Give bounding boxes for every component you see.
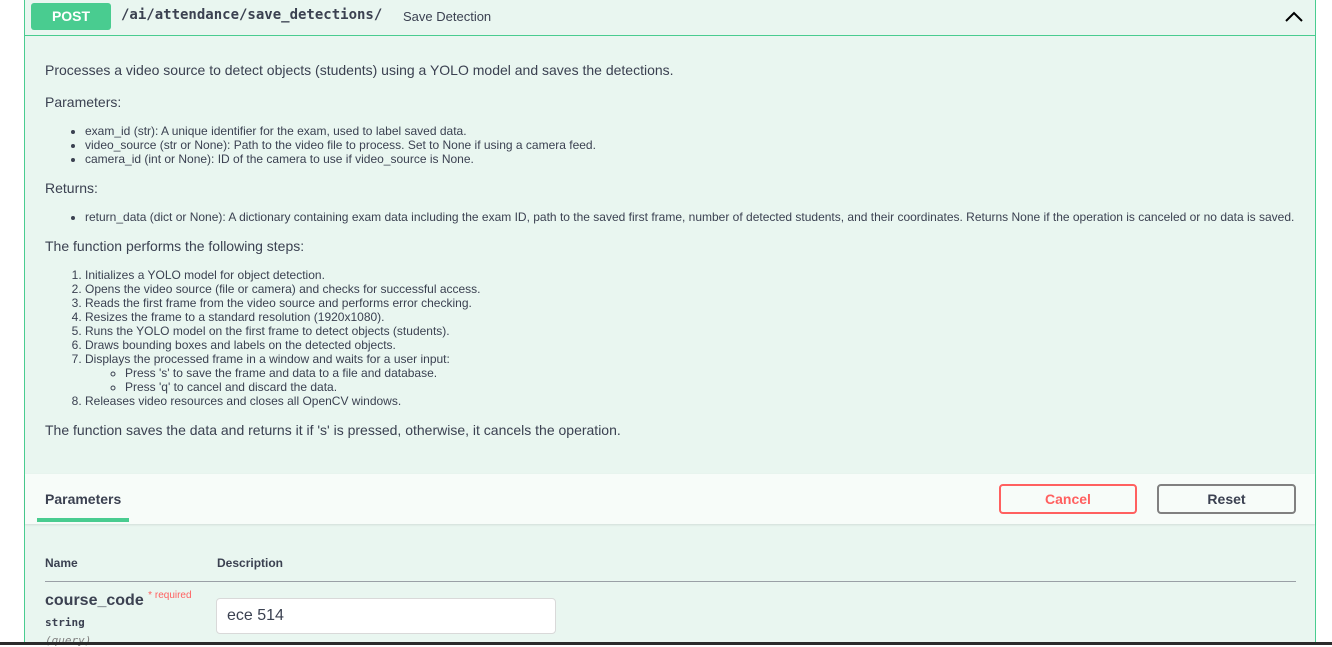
list-item: Runs the YOLO model on the first frame t… [85,324,1315,338]
substeps-list: Press 's' to save the frame and data to … [85,366,1315,394]
description-outro: The function saves the data and returns … [45,422,621,438]
list-item: return_data (dict or None): A dictionary… [85,210,1315,224]
list-item: Draws bounding boxes and labels on the d… [85,338,1315,352]
parameter-location: (query) [45,634,92,647]
tab-parameters[interactable]: Parameters [45,491,121,507]
steps-heading: The function performs the following step… [45,238,305,254]
operation-path: /ai/attendance/save_detections/ [121,7,383,23]
step-text: Displays the processed frame in a window… [85,352,450,366]
required-label: required [154,590,192,601]
list-item: Releases video resources and closes all … [85,394,1315,408]
list-item: Displays the processed frame in a window… [85,352,1315,394]
table-divider [45,581,1296,582]
list-item: Press 'q' to cancel and discard the data… [125,380,1315,394]
list-item: Initializes a YOLO model for object dete… [85,268,1315,282]
parameter-name: course_code * required [45,590,192,610]
list-item: video_source (str or None): Path to the … [85,138,1315,152]
list-item: Reads the first frame from the video sou… [85,296,1315,310]
operation-description: Processes a video source to detect objec… [45,62,1315,438]
chevron-up-icon[interactable] [1283,7,1305,27]
name-column-header: Name [45,556,78,570]
parameters-tabbar: Parameters Cancel Reset [25,474,1315,524]
operation-summary-text: Save Detection [403,9,492,24]
operation-summary[interactable]: POST /ai/attendance/save_detections/ Sav… [25,0,1315,36]
list-item: camera_id (int or None): ID of the camer… [85,152,1315,166]
description-intro: Processes a video source to detect objec… [45,62,674,78]
parameter-type: string [45,616,85,629]
reset-button[interactable]: Reset [1157,484,1296,514]
list-item: Resizes the frame to a standard resoluti… [85,310,1315,324]
parameter-name-text: course_code [45,592,144,609]
parameters-heading: Parameters: [45,94,122,110]
returns-heading: Returns: [45,180,98,196]
cancel-button[interactable]: Cancel [999,484,1137,514]
list-item: Press 's' to save the frame and data to … [125,366,1315,380]
required-asterisk: * [148,590,153,601]
method-badge: POST [31,3,111,30]
description-column-header: Description [217,556,284,570]
required-marker: * required [148,590,191,601]
list-item: exam_id (str): A unique identifier for t… [85,124,1315,138]
returns-list: return_data (dict or None): A dictionary… [45,210,1315,224]
list-item: Opens the video source (file or camera) … [85,282,1315,296]
operation-block: POST /ai/attendance/save_detections/ Sav… [24,0,1316,647]
tab-active-indicator [37,518,129,522]
course-code-input[interactable] [216,598,556,634]
steps-list: Initializes a YOLO model for object dete… [45,268,1315,408]
parameters-list: exam_id (str): A unique identifier for t… [45,124,1315,166]
